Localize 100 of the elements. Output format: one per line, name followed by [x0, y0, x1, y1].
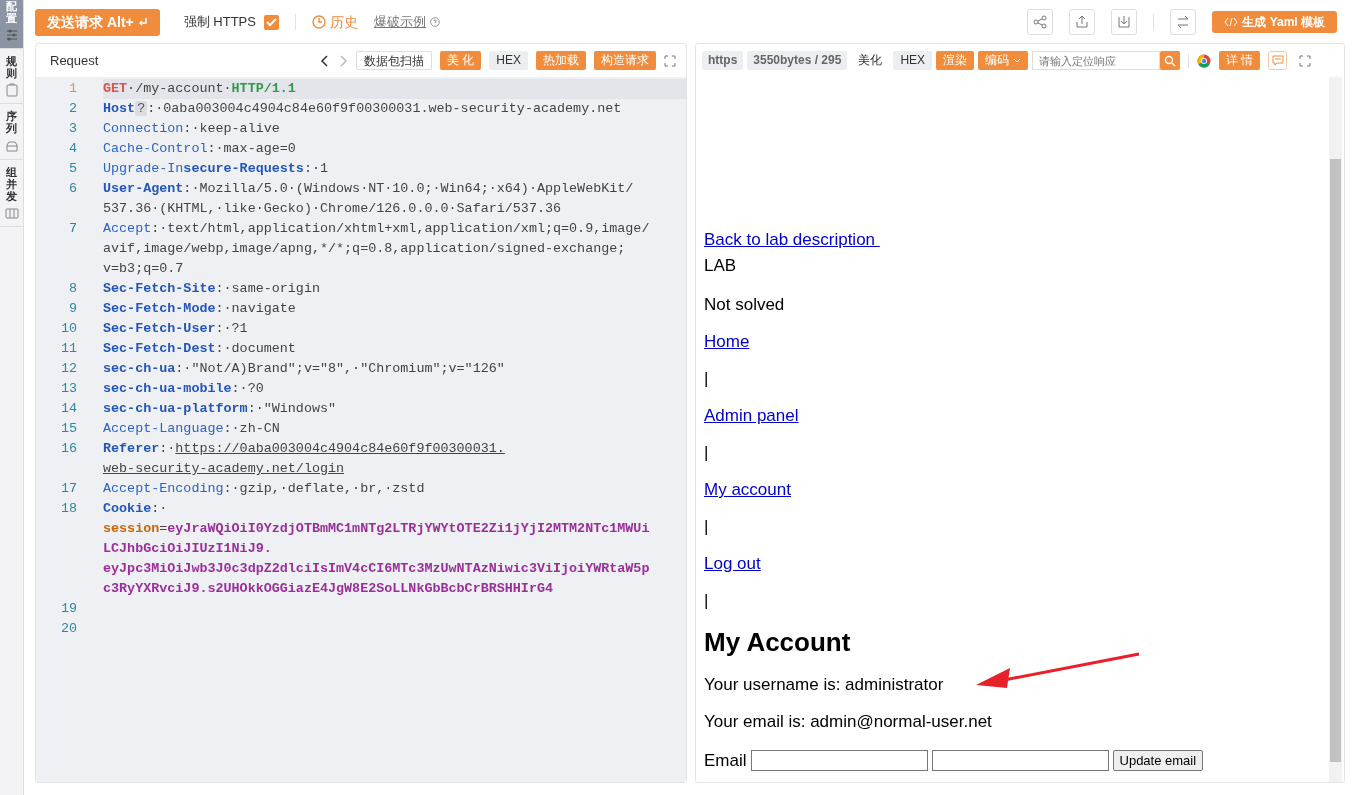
code-line: sec-ch-ua-platform:·"Windows" — [103, 400, 337, 418]
page-text: Your email is: admin@normal-user.net — [704, 711, 993, 733]
line-number: 15 — [59, 420, 78, 438]
lab-label: LAB — [704, 254, 738, 277]
search-field[interactable]: 请输入定位响应 — [1032, 51, 1161, 70]
code-line: Accept-Language:·zh-CN — [103, 420, 280, 438]
code-line: eyJpc3MiOiJwb3J0c3dpZ2dlciIsImV4cCI6MTc3MzUwNTAzNiwic3ViIjoiYWRtaW5p — [103, 560, 650, 578]
code-line: Host?:·0aba003004c4904c84e60f9f00300031.web-security-academy.net — [103, 100, 622, 118]
icon-button[interactable] — [1069, 9, 1096, 35]
line-number: 4 — [67, 140, 78, 158]
email-field[interactable] — [931, 750, 1109, 772]
checkbox[interactable] — [263, 14, 279, 30]
code-line: Cache-Control:·max-age=0 — [103, 140, 296, 158]
line-number: 9 — [67, 300, 78, 318]
columns-icon — [4, 205, 19, 220]
line-number: 13 — [59, 380, 78, 398]
line-number: 16 — [59, 440, 78, 458]
update-email-button[interactable]: Update email — [1112, 750, 1204, 772]
code-line: Accept-Encoding:·gzip,·deflate,·br,·zstd — [103, 480, 425, 498]
icon-button[interactable] — [1111, 9, 1138, 35]
code-icon — [1224, 17, 1239, 27]
line-number: 2 — [67, 100, 78, 118]
upload-icon — [1074, 14, 1091, 30]
toolbar-button[interactable]: HEX — [893, 51, 933, 70]
search-button[interactable] — [1160, 51, 1181, 70]
icon-button[interactable] — [1170, 9, 1197, 35]
scheme-tag: https — [702, 51, 744, 70]
scrollbar[interactable] — [1329, 77, 1342, 782]
email-label: Email — [704, 750, 747, 773]
lab-link[interactable]: Back to lab description — [704, 227, 880, 253]
email-field[interactable] — [750, 750, 928, 772]
code-line: session=eyJraWQiOiI0YzdjOTBmMC1mNTg2LTRjYWYtOTE2Zi1jYjI2MTM2NTc1MWUi — [103, 520, 650, 538]
code-line: v=b3;q=0.7 — [103, 260, 184, 278]
line-number: 14 — [59, 400, 78, 418]
force-https-label: 强制 HTTPS — [183, 13, 256, 32]
fullscreen-icon — [664, 54, 676, 67]
code-line: Upgrade-Insecure-Requests:·1 — [103, 160, 328, 178]
nav-link-text[interactable]: Log out — [704, 554, 761, 573]
code-line: c3RyYXRvciJ9.s2UHOkkOGGiazE4JgW8E2SoLLNkGbBcbCrBRSHHIrG4 — [103, 580, 553, 598]
help-icon — [429, 17, 440, 27]
line-number: 8 — [67, 280, 78, 298]
page-text: | — [704, 516, 710, 537]
code-line: Connection:·keep-alive — [103, 120, 280, 138]
line-number: 18 — [59, 500, 78, 518]
line-number: 17 — [59, 480, 78, 498]
nav-link-text[interactable]: Home — [704, 332, 750, 351]
nav-link-text[interactable]: My account — [704, 480, 791, 499]
code-line: web-security-academy.net/login — [103, 460, 345, 478]
sidebar-tab[interactable]: 组并发 — [0, 159, 23, 227]
toolbar-button[interactable]: HEX — [489, 51, 528, 70]
line-number: 5 — [67, 160, 78, 178]
nav-link-text[interactable]: Admin panel — [704, 406, 799, 425]
share-icon — [1032, 14, 1049, 30]
clipboard-icon — [4, 83, 19, 98]
forward-icon — [337, 54, 348, 67]
code-line: User-Agent:·Mozilla/5.0·(Windows·NT·10.0;·Win64;·x64)·AppleWebKit/ — [103, 180, 634, 198]
size-tag: 3550bytes / 295 — [747, 51, 848, 70]
tray-icon — [4, 138, 19, 153]
line-number: 1 — [67, 80, 78, 98]
line-number: 12 — [59, 360, 78, 378]
caret-icon — [1013, 57, 1022, 64]
comment-button[interactable] — [1268, 51, 1288, 70]
code-line: Sec-Fetch-Dest:·document — [103, 340, 296, 358]
page-text: | — [704, 368, 710, 389]
line-number: 19 — [59, 600, 78, 618]
code-line: Accept:·text/html,application/xhtml+xml,application/xml;q=0.9,image/ — [103, 220, 650, 238]
page-text: | — [704, 442, 710, 463]
code-line: avif,image/webp,image/apng,*/*;q=0.8,application/signed-exchange; — [103, 240, 626, 258]
sliders-icon — [4, 28, 19, 43]
code-line: sec-ch-ua-mobile:·?0 — [103, 380, 264, 398]
code-line: Sec-Fetch-Mode:·navigate — [103, 300, 296, 318]
clock-icon — [311, 15, 326, 29]
code-line: sec-ch-ua:·"Not/A)Brand";v="8",·"Chromium";v="126" — [103, 360, 505, 378]
toolbar-button[interactable]: 数据包扫描 — [355, 51, 432, 70]
line-number: 10 — [59, 320, 78, 338]
example-link[interactable]: 爆破示例 — [373, 12, 426, 32]
line-number: 11 — [59, 340, 78, 358]
sidebar-tab[interactable]: 序列 — [0, 104, 23, 160]
code-line: LCJhbGciOiJIUzI1NiJ9. — [103, 540, 272, 558]
code-editor[interactable] — [36, 77, 686, 782]
panel-title: Request — [50, 51, 99, 70]
code-line: Referer:·https://0aba003004c4904c84e60f9f00300031. — [103, 440, 505, 458]
code-line: Cookie:· — [103, 500, 168, 518]
fullscreen-icon — [1299, 54, 1312, 67]
line-number: 6 — [67, 180, 78, 198]
back-icon — [319, 54, 330, 67]
comment-icon — [1271, 54, 1284, 67]
enter-icon — [137, 17, 148, 27]
code-line: Sec-Fetch-User:·?1 — [103, 320, 248, 338]
code-line: Sec-Fetch-Site:·same-origin — [103, 280, 320, 298]
page-text: | — [704, 590, 710, 611]
search-icon — [1164, 54, 1177, 67]
icon-button[interactable] — [1027, 9, 1054, 35]
page-text: Not solved — [704, 294, 786, 315]
browser-icon — [1197, 53, 1212, 68]
page-text: Your username is: administrator — [704, 674, 945, 696]
page-heading: My Account — [704, 627, 852, 659]
code-line: 537.36·(KHTML,·like·Gecko)·Chrome/126.0.0.0·Safari/537.36 — [103, 200, 562, 218]
sidebar-tab[interactable]: 规则 — [0, 49, 23, 105]
line-number: 3 — [67, 120, 78, 138]
